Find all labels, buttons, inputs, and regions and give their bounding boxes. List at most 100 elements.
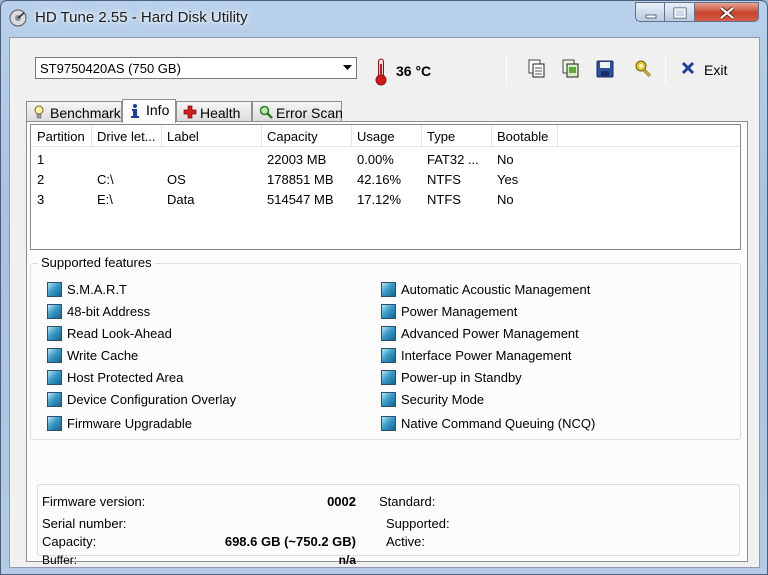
tab-info[interactable]: Info [122,99,176,123]
partition-cell: 3 [37,192,45,207]
tab-label: Health [200,105,241,121]
table-row[interactable]: 1 22003 MB 0.00% FAT32 ... No [31,149,740,169]
firmware-label: Firmware version: [42,494,146,509]
tab-label: Error Scan [276,105,343,121]
drive-select-value: ST9750420AS (750 GB) [40,61,181,76]
column-header[interactable]: Capacity [267,129,318,144]
column-header[interactable]: Label [167,129,199,144]
options-icon[interactable] [632,58,654,80]
feature-label: 48-bit Address [67,304,151,319]
firmware-value: 0002 [327,494,356,509]
buffer-value: n/a [338,553,356,567]
copy-screenshot-icon[interactable] [560,58,582,80]
capacity-label: Capacity: [42,534,97,549]
feature-label: Power-up in Standby [401,370,522,385]
feature-checkbox-icon [47,392,62,407]
feature-label: Security Mode [401,392,485,407]
close-window-button[interactable] [695,2,759,22]
feature-checkbox-icon [47,282,62,297]
column-header[interactable]: Usage [357,129,395,144]
exit-x-icon [681,61,695,75]
toolbar-separator [506,56,507,84]
feature-checkbox-icon [47,326,62,341]
drive-select[interactable]: ST9750420AS (750 GB) [35,57,357,79]
thermometer-icon [375,58,387,86]
column-divider[interactable] [491,125,492,147]
serial-label: Serial number: [42,516,127,531]
tab-label: Benchmark [50,105,121,121]
tab-error-scan[interactable]: Error Scan [252,101,343,121]
health-cross-icon [183,105,197,119]
usage-cell: 42.16% [357,172,402,187]
capacity-cell: 514547 MB [267,192,334,207]
feature-checkbox-icon [381,282,396,297]
feature-checkbox-icon [47,348,62,363]
feature-label: Firmware Upgradable [67,416,192,431]
column-divider[interactable] [557,125,558,147]
drive-letter-cell: C:\ [97,172,114,187]
drive-letter-cell: E:\ [97,192,113,207]
feature-checkbox-icon [381,370,396,385]
column-header[interactable]: Partition [37,129,85,144]
supported-features-legend: Supported features [38,255,155,270]
column-divider[interactable] [421,125,422,147]
label-cell: OS [167,172,186,187]
info-icon [131,104,139,118]
tab-label: Info [146,102,170,118]
toolbar-separator [665,56,666,84]
lightbulb-icon [34,105,44,119]
tab-benchmark[interactable]: Benchmark [26,101,122,121]
exit-label: Exit [704,62,728,78]
save-icon[interactable] [594,58,616,80]
feature-checkbox-icon [381,326,396,341]
column-divider[interactable] [161,125,162,147]
maximize-button[interactable] [665,2,695,22]
minimize-button[interactable] [635,2,665,22]
column-divider[interactable] [91,125,92,147]
magnifier-icon [259,105,273,119]
bootable-cell: No [497,152,514,167]
partition-list[interactable]: Partition Drive let... Label Capacity Us… [30,124,741,250]
window-title: HD Tune 2.55 - Hard Disk Utility [35,9,248,26]
feature-checkbox-icon [381,348,396,363]
title-bar[interactable]: HD Tune 2.55 - Hard Disk Utility [1,1,767,35]
table-row[interactable]: 3 E:\ Data 514547 MB 17.12% NTFS No [31,189,740,209]
active-label: Active: [386,534,426,549]
main-client-area: ST9750420AS (750 GB) 36 °C Exit Benchmar… [9,37,760,568]
column-header[interactable]: Type [427,129,455,144]
partition-list-header: Partition Drive let... Label Capacity Us… [31,125,740,147]
feature-checkbox-icon [381,416,396,431]
feature-label: Native Command Queuing (NCQ) [401,416,596,431]
standard-label: Standard: [379,494,436,509]
partition-cell: 2 [37,172,45,187]
drive-details-group: Firmware version: 0002 Serial number: Ca… [37,484,740,567]
app-window: HD Tune 2.55 - Hard Disk Utility ST97504… [0,0,768,575]
tab-health[interactable]: Health [176,101,252,121]
feature-checkbox-icon [47,416,62,431]
capacity-value: 698.6 GB (~750.2 GB) [224,534,356,549]
supported-label: Supported: [386,516,450,531]
feature-label: Automatic Acoustic Management [401,282,591,297]
label-cell: Data [167,192,195,207]
supported-features-group: Supported features S.M.A.R.T 48-bit Addr… [30,255,741,440]
chevron-down-icon [343,65,352,70]
column-divider[interactable] [351,125,352,147]
feature-label: S.M.A.R.T [67,282,127,297]
table-row[interactable]: 2 C:\ OS 178851 MB 42.16% NTFS Yes [31,169,740,189]
bootable-cell: Yes [497,172,519,187]
feature-checkbox-icon [47,370,62,385]
close-icon [719,6,735,20]
partition-cell: 1 [37,152,45,167]
column-divider[interactable] [261,125,262,147]
minimize-icon [645,14,657,19]
usage-cell: 17.12% [357,192,402,207]
copy-text-icon[interactable] [526,58,548,80]
type-cell: NTFS [427,172,461,187]
capacity-cell: 22003 MB [267,152,327,167]
column-header[interactable]: Bootable [497,129,548,144]
temperature-readout: 36 °C [396,63,432,79]
feature-label: Advanced Power Management [401,326,579,341]
hard-disk-app-icon [9,9,27,27]
feature-checkbox-icon [381,304,396,319]
column-header[interactable]: Drive let... [97,129,156,144]
